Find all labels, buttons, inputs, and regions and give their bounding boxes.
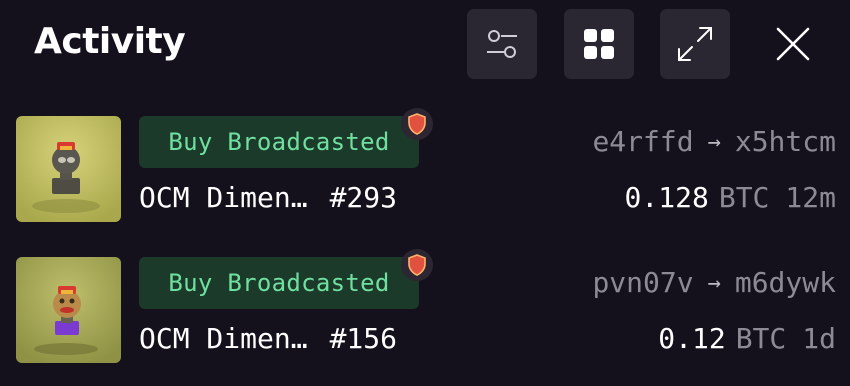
shield-icon <box>401 108 433 140</box>
shield-icon <box>401 249 433 281</box>
item-name[interactable]: OCM Dimen… #293 <box>139 178 397 218</box>
arrow-right-icon: → <box>707 271 721 296</box>
page-title: Activity <box>34 21 186 62</box>
expand-icon <box>678 27 712 61</box>
list-item[interactable]: Buy Broadcasted OCM Dimen… #156 pvn07v → m6… <box>0 249 850 367</box>
status-badge: Buy Broadcasted <box>139 257 419 309</box>
list-item[interactable]: Buy Broadcasted OCM Dimen… #293 e4rffd → x5… <box>0 108 850 226</box>
status-badge: Buy Broadcasted <box>139 116 419 168</box>
collection-name: OCM Dimen… <box>139 181 308 214</box>
token-id: #156 <box>329 322 398 355</box>
transfer-addresses: pvn07v → m6dywk <box>592 263 836 304</box>
expand-button[interactable] <box>660 9 730 79</box>
grid-view-button[interactable] <box>564 9 634 79</box>
close-icon <box>776 27 810 61</box>
price-amount: 0.128 <box>624 181 709 214</box>
timestamp: 12m <box>785 181 836 214</box>
nft-thumbnail[interactable] <box>16 116 121 222</box>
token-id: #293 <box>329 181 398 214</box>
from-address[interactable]: pvn07v <box>592 266 693 299</box>
nft-thumbnail[interactable] <box>16 257 121 363</box>
item-name[interactable]: OCM Dimen… #156 <box>139 319 397 359</box>
to-address[interactable]: m6dywk <box>735 266 836 299</box>
sliders-icon <box>487 30 517 58</box>
close-button[interactable] <box>758 9 828 79</box>
from-address[interactable]: e4rffd <box>592 125 693 158</box>
price-info: 0.12 BTC 1d <box>658 319 836 359</box>
price-currency: BTC <box>718 181 770 214</box>
price-info: 0.128 BTC 12m <box>625 178 836 218</box>
timestamp: 1d <box>802 322 836 355</box>
grid-icon <box>584 29 614 59</box>
price-currency: BTC <box>735 322 787 355</box>
arrow-right-icon: → <box>707 130 721 155</box>
filter-button[interactable] <box>467 9 537 79</box>
price-amount: 0.12 <box>658 322 726 355</box>
transfer-addresses: e4rffd → x5htcm <box>592 122 836 163</box>
to-address[interactable]: x5htcm <box>735 125 836 158</box>
collection-name: OCM Dimen… <box>139 322 308 355</box>
